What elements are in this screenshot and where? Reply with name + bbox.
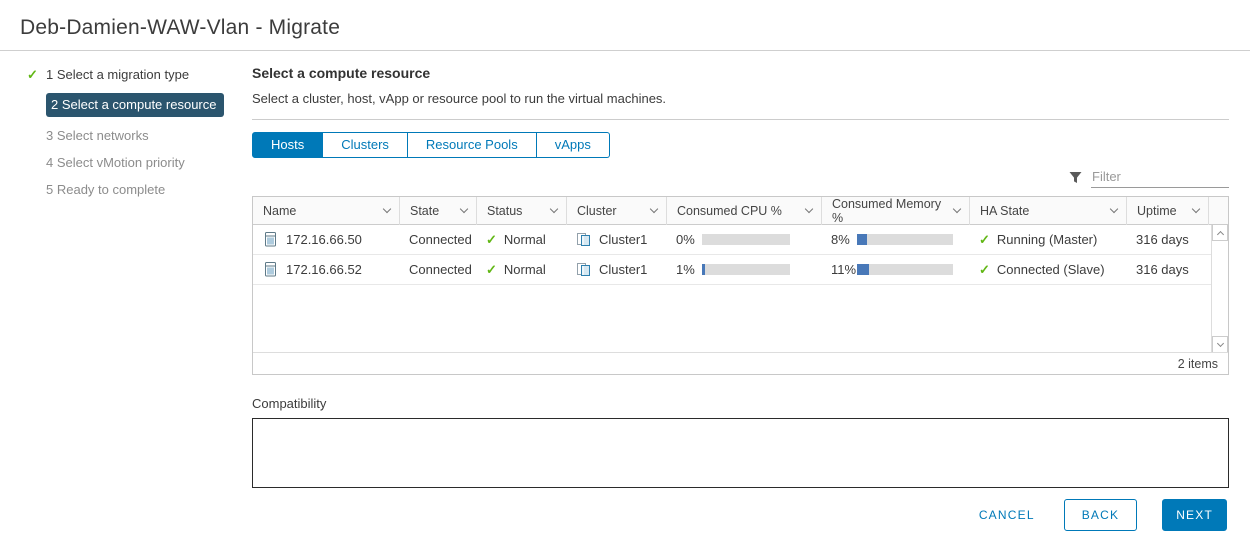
cpu-usage-bar [702, 264, 790, 275]
status-ok-icon: ✓ [486, 262, 497, 278]
scroll-down-button[interactable] [1212, 336, 1228, 352]
items-count: 2 items [1178, 357, 1218, 371]
step-label-current: 2 Select a compute resource [46, 93, 224, 117]
ha-state: Connected (Slave) [997, 262, 1105, 277]
hosts-table: Name State Status Cluster [252, 196, 1229, 375]
page-title: Select a compute resource [252, 65, 1229, 81]
chevron-down-icon [1216, 340, 1223, 347]
vertical-scrollbar[interactable] [1211, 225, 1228, 352]
tab-vapps[interactable]: vApps [537, 132, 610, 158]
hosts-table-header: Name State Status Cluster [253, 197, 1228, 225]
chevron-down-icon[interactable] [460, 205, 468, 213]
filter-funnel-icon [1069, 171, 1082, 184]
memory-percent: 11% [831, 262, 857, 277]
esxi-host-icon [263, 232, 278, 247]
back-button[interactable]: BACK [1064, 499, 1137, 531]
step-label: 4 Select vMotion priority [46, 154, 185, 171]
column-header-name[interactable]: Name [253, 197, 399, 225]
filter-input[interactable] [1091, 167, 1229, 188]
cpu-percent: 1% [676, 262, 702, 277]
tab-hosts[interactable]: Hosts [252, 132, 323, 158]
tab-clusters[interactable]: Clusters [323, 132, 408, 158]
migrate-wizard-dialog: Deb-Damien-WAW-Vlan - Migrate ✓ 1 Select… [0, 0, 1250, 545]
host-status: Normal [504, 262, 546, 277]
cpu-percent: 0% [676, 232, 702, 247]
wizard-step-content: Select a compute resource Select a clust… [252, 51, 1250, 499]
step-completed-check-icon: ✓ [27, 66, 46, 83]
column-header-state[interactable]: State [399, 197, 476, 225]
next-button[interactable]: NEXT [1162, 499, 1227, 531]
column-header-filler [1208, 197, 1228, 225]
cancel-button[interactable]: CANCEL [975, 500, 1039, 530]
memory-usage-bar [857, 264, 953, 275]
step-select-migration-type[interactable]: ✓ 1 Select a migration type [0, 66, 252, 83]
esxi-host-icon [263, 262, 278, 277]
host-state: Connected [409, 262, 472, 277]
uptime: 316 days [1136, 262, 1189, 277]
page-subtitle: Select a cluster, host, vApp or resource… [252, 91, 1229, 106]
column-header-ha-state[interactable]: HA State [969, 197, 1126, 225]
filter-row [252, 164, 1229, 190]
step-label: 3 Select networks [46, 127, 149, 144]
content-divider [252, 119, 1229, 120]
compatibility-label: Compatibility [252, 396, 1229, 411]
chevron-up-icon [1216, 230, 1223, 237]
cluster-icon [576, 262, 591, 277]
step-select-compute-resource[interactable]: 2 Select a compute resource [0, 93, 252, 117]
step-select-vmotion-priority: 4 Select vMotion priority [0, 154, 252, 171]
cluster-name: Cluster1 [599, 262, 647, 277]
ha-ok-icon: ✓ [979, 262, 990, 278]
status-ok-icon: ✓ [486, 232, 497, 248]
tab-resource-pools[interactable]: Resource Pools [408, 132, 537, 158]
dialog-title: Deb-Damien-WAW-Vlan - Migrate [20, 16, 1228, 40]
step-ready-to-complete: 5 Ready to complete [0, 181, 252, 198]
cluster-name: Cluster1 [599, 232, 647, 247]
wizard-steps-sidebar: ✓ 1 Select a migration type 2 Select a c… [0, 51, 252, 499]
step-label: 5 Ready to complete [46, 181, 165, 198]
wizard-action-buttons: CANCEL BACK NEXT [0, 499, 1250, 545]
uptime: 316 days [1136, 232, 1189, 247]
host-state: Connected [409, 232, 472, 247]
chevron-down-icon[interactable] [550, 205, 558, 213]
resource-type-tabs: Hosts Clusters Resource Pools vApps [252, 132, 610, 158]
chevron-down-icon[interactable] [1110, 205, 1118, 213]
step-select-networks: 3 Select networks [0, 127, 252, 144]
table-row-host-1[interactable]: 172.16.66.50 Connected ✓ Normal Cluster1 [253, 225, 1228, 255]
host-status: Normal [504, 232, 546, 247]
column-header-uptime[interactable]: Uptime [1126, 197, 1208, 225]
column-header-cluster[interactable]: Cluster [566, 197, 666, 225]
step-label: 1 Select a migration type [46, 66, 189, 83]
ha-ok-icon: ✓ [979, 232, 990, 248]
chevron-down-icon[interactable] [1192, 205, 1200, 213]
table-row-host-2[interactable]: 172.16.66.52 Connected ✓ Normal Cluster1 [253, 255, 1228, 285]
chevron-down-icon[interactable] [650, 205, 658, 213]
ha-state: Running (Master) [997, 232, 1097, 247]
column-header-status[interactable]: Status [476, 197, 566, 225]
memory-usage-bar [857, 234, 953, 245]
table-footer: 2 items [253, 352, 1228, 374]
column-header-consumed-memory[interactable]: Consumed Memory % [821, 197, 969, 225]
cpu-usage-bar [702, 234, 790, 245]
scroll-up-button[interactable] [1212, 225, 1228, 241]
compatibility-panel [252, 418, 1229, 488]
dialog-header: Deb-Damien-WAW-Vlan - Migrate [0, 0, 1250, 51]
column-header-consumed-cpu[interactable]: Consumed CPU % [666, 197, 821, 225]
chevron-down-icon[interactable] [383, 205, 391, 213]
host-name: 172.16.66.52 [286, 262, 362, 277]
chevron-down-icon[interactable] [805, 205, 813, 213]
host-name: 172.16.66.50 [286, 232, 362, 247]
hosts-table-body: 172.16.66.50 Connected ✓ Normal Cluster1 [253, 225, 1228, 352]
memory-percent: 8% [831, 232, 857, 247]
cluster-icon [576, 232, 591, 247]
chevron-down-icon[interactable] [953, 205, 961, 213]
